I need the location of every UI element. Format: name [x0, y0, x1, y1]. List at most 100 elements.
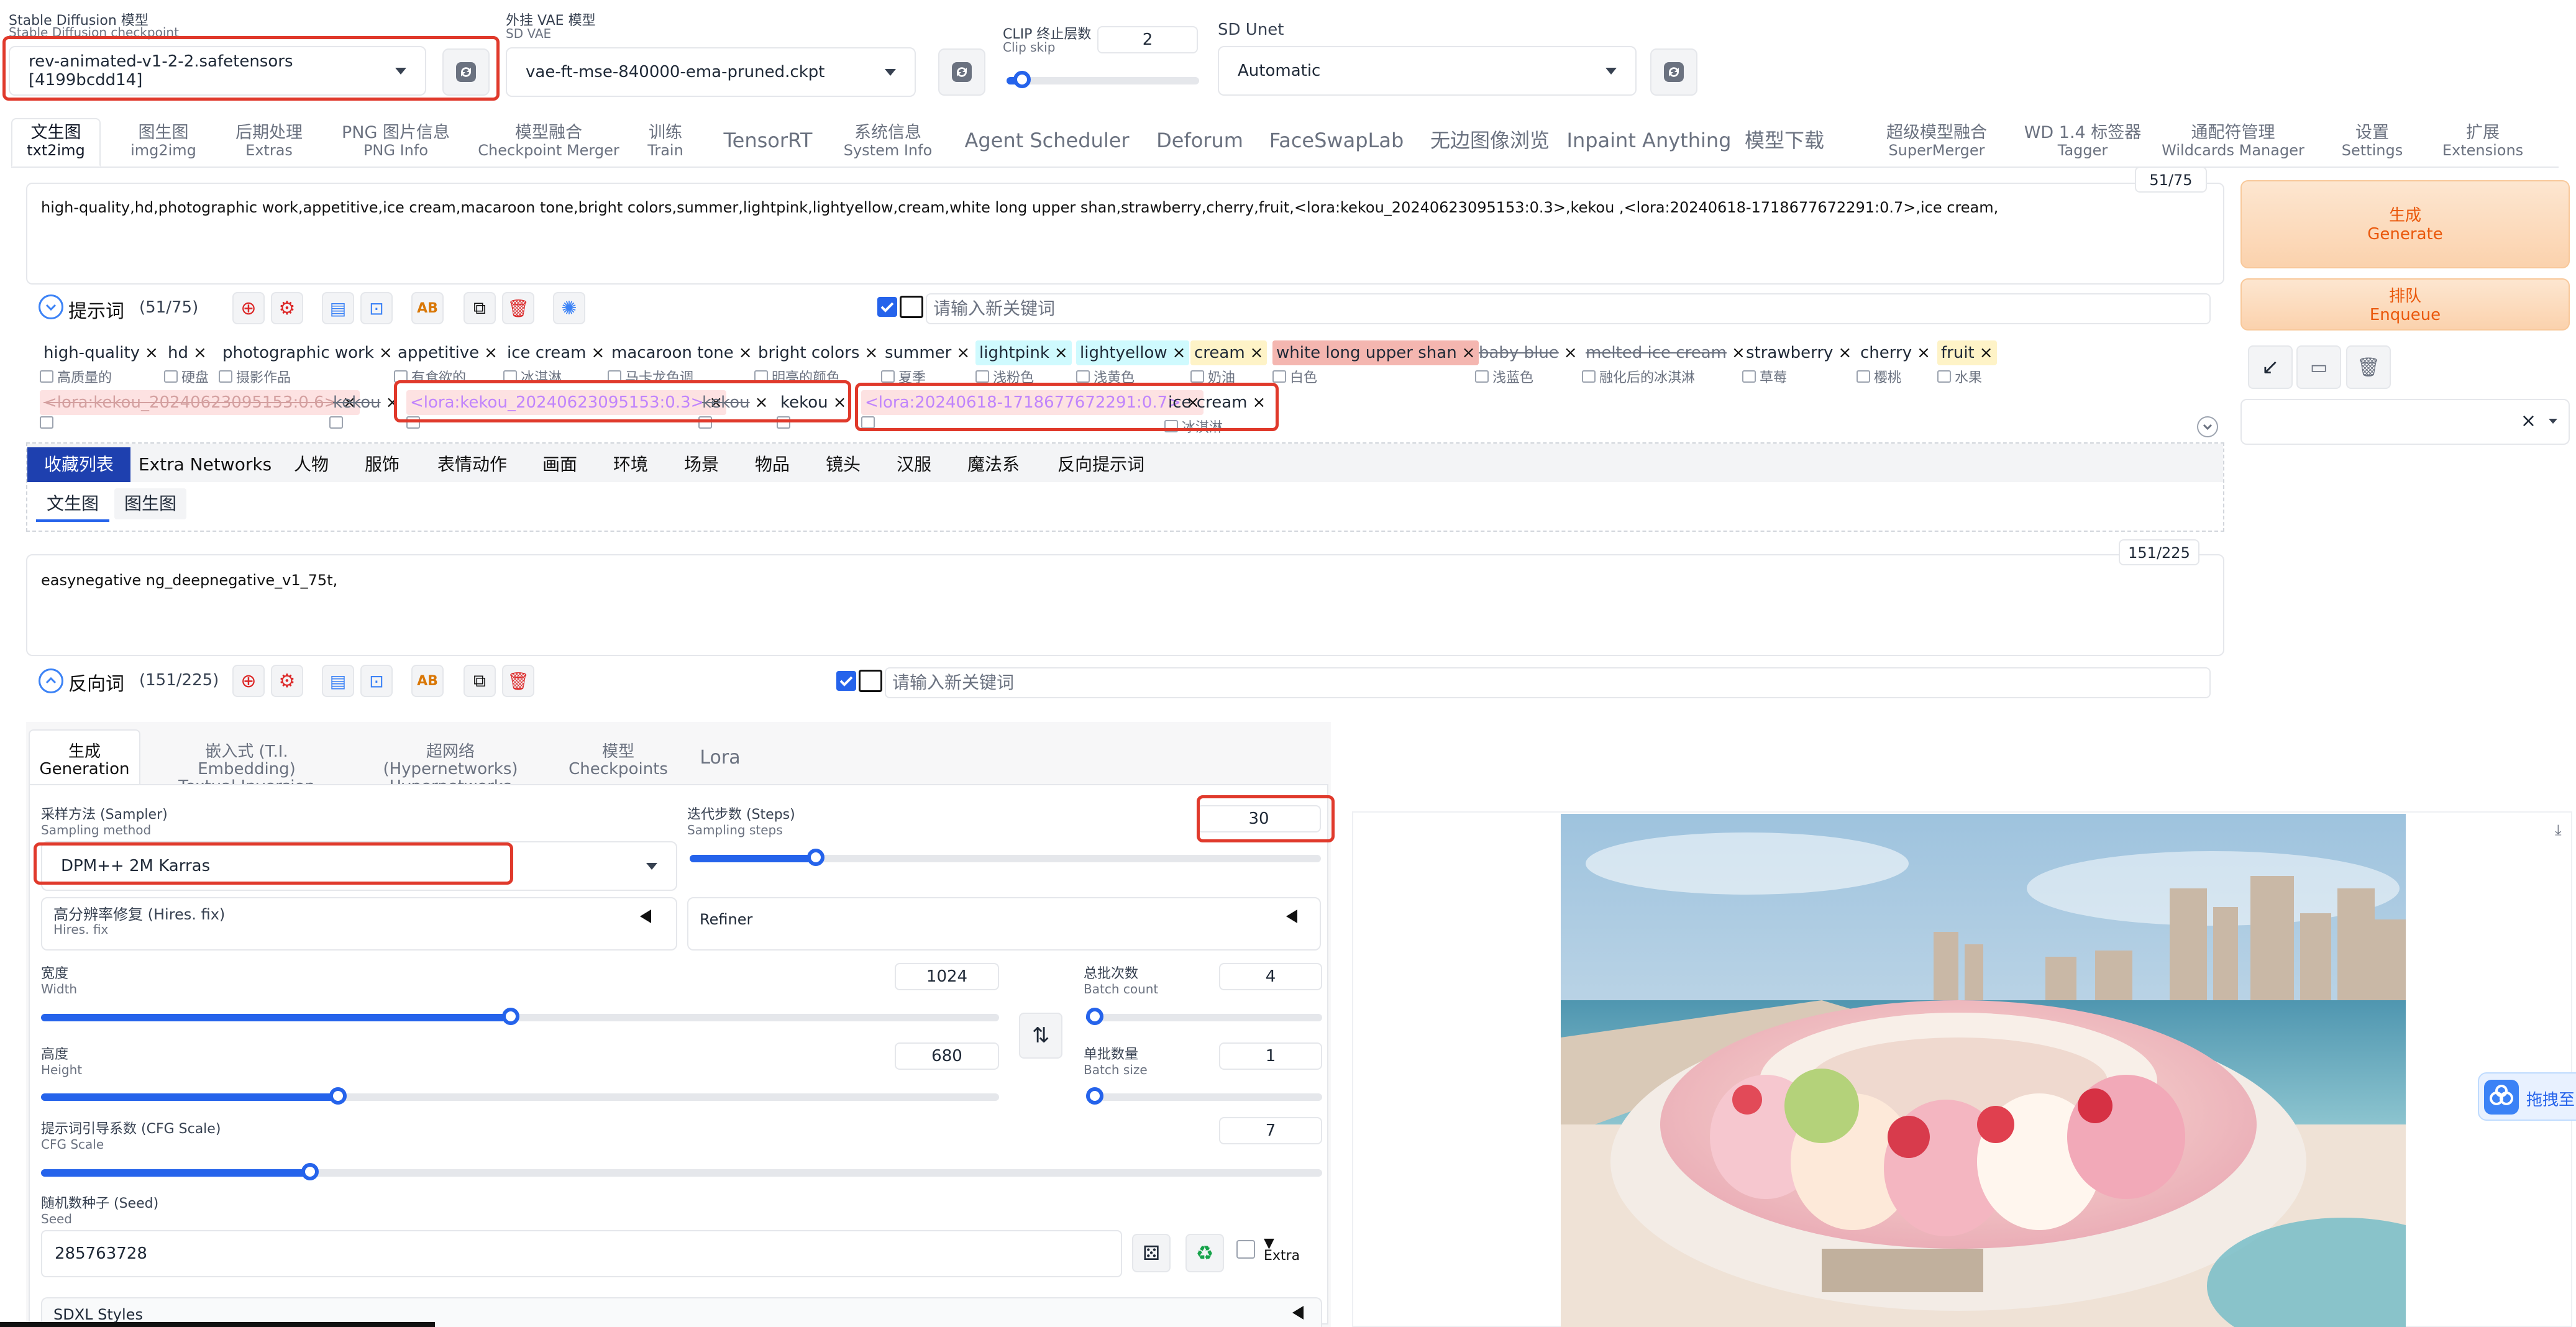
tab-system-info[interactable]: 系统信息 System Info — [829, 124, 947, 160]
category-hanfu[interactable]: 汉服 — [888, 447, 939, 482]
translate-button[interactable]: ⊕ — [232, 665, 265, 697]
collapse-prompt-icon[interactable] — [39, 294, 63, 319]
tag-chip[interactable]: fruit × — [1937, 340, 1997, 365]
tab-img2img[interactable]: 图生图 img2img — [111, 124, 216, 160]
tab-agent-scheduler[interactable]: Agent Scheduler — [952, 130, 1142, 150]
sd-unet-dropdown[interactable]: Automatic — [1218, 46, 1637, 96]
tab-deforum[interactable]: Deforum — [1142, 130, 1258, 150]
tag-chip[interactable]: kekou × — [777, 390, 850, 415]
tab-tagger[interactable]: WD 1.4 标签器 Tagger — [2009, 124, 2156, 160]
tab-txt2img[interactable]: 文生图 txt2img — [11, 124, 101, 160]
category-magic[interactable]: 魔法系 — [959, 447, 1028, 482]
hires-fix-accordion[interactable]: 高分辨率修复 (Hires. fix) Hires. fix — [41, 897, 677, 951]
subtab-txt2img[interactable]: 文生图 — [36, 488, 109, 522]
tag-chip[interactable]: strawberry × — [1742, 340, 1855, 365]
styles-dropdown[interactable]: × — [2240, 399, 2570, 445]
tab-inpaint-anything[interactable]: Inpaint Anything — [1564, 130, 1733, 150]
tab-tensorrt[interactable]: TensorRT — [707, 130, 829, 150]
clip-skip-input[interactable]: 2 — [1097, 26, 1198, 53]
swap-dimensions-button[interactable]: ⇅ — [1019, 1013, 1062, 1059]
refresh-vae-button[interactable] — [938, 48, 985, 96]
tag-chip-lora[interactable]: <lora:kekou_20240623095153:0.3> × — [406, 390, 727, 415]
download-icon[interactable]: ⤓ — [2555, 821, 2562, 839]
tab-image-browser[interactable]: 无边图像浏览 — [1415, 130, 1564, 150]
sampler-dropdown[interactable]: DPM++ 2M Karras — [41, 841, 677, 891]
panel-icon[interactable] — [859, 670, 882, 692]
favorite-button[interactable]: ⊡ — [360, 292, 393, 324]
random-seed-button[interactable]: ⚄ — [1132, 1234, 1171, 1272]
clear-button[interactable]: 🗑 — [2346, 345, 2391, 389]
tab-wildcards-manager[interactable]: 通配符管理 Wildcards Manager — [2149, 124, 2318, 160]
batch-count-slider[interactable] — [1086, 1008, 1322, 1025]
cfg-slider[interactable] — [41, 1163, 1322, 1180]
tag-chip[interactable]: white long upper shan × — [1272, 340, 1479, 365]
tag-chip[interactable]: ice cream × — [503, 340, 608, 365]
tab-extras[interactable]: 后期处理 Extras — [216, 124, 322, 160]
steps-slider[interactable] — [690, 849, 1321, 866]
delete-button[interactable]: 🗑 — [502, 665, 534, 697]
prompt-textarea[interactable]: high-quality,hd,photographic work,appeti… — [26, 183, 2224, 285]
steps-input[interactable]: 30 — [1197, 805, 1321, 832]
ab-button[interactable]: AB — [411, 665, 444, 697]
tab-train[interactable]: 训练 Train — [631, 124, 700, 160]
tab-checkpoint-merger[interactable]: 模型融合 Checkpoint Merger — [467, 124, 630, 160]
read-params-button[interactable]: ↙ — [2248, 345, 2293, 389]
negative-textarea[interactable]: easynegative ng_deepnegative_v1_75t, — [26, 554, 2224, 656]
category-scene[interactable]: 场景 — [676, 447, 727, 482]
tab-supermerger[interactable]: 超级模型融合 SuperMerger — [1864, 124, 2009, 160]
tag-chip-disabled[interactable]: melted ice cream × — [1582, 340, 1749, 365]
gen-tab-lora[interactable]: Lora — [683, 749, 757, 767]
height-slider[interactable] — [41, 1087, 999, 1105]
tag-chip-disabled[interactable]: baby blue × — [1475, 340, 1581, 365]
copy-button[interactable]: ⧉ — [464, 292, 496, 324]
generated-image[interactable] — [1561, 814, 2406, 1327]
tag-chip[interactable]: bright colors × — [754, 340, 882, 365]
clip-skip-slider[interactable] — [1007, 71, 1199, 88]
tag-chip[interactable]: cream × — [1190, 340, 1267, 365]
tag-chip[interactable]: cherry × — [1857, 340, 1934, 365]
drag-widget[interactable]: 拖拽至 — [2478, 1072, 2576, 1121]
enqueue-button[interactable]: 排队 Enqueue — [2240, 278, 2570, 331]
ab-button[interactable]: AB — [411, 292, 444, 324]
batch-size-slider[interactable] — [1086, 1087, 1322, 1105]
gpt-button[interactable]: ✺ — [553, 292, 585, 324]
reuse-seed-button[interactable]: ♻ — [1185, 1234, 1224, 1272]
delete-button[interactable]: 🗑 — [502, 292, 534, 324]
width-input[interactable]: 1024 — [895, 963, 999, 990]
collapse-negative-icon[interactable] — [39, 668, 63, 693]
negative-keyword-checkbox[interactable] — [836, 671, 856, 691]
translate-button[interactable]: ⊕ — [232, 292, 265, 324]
tab-model-download[interactable]: 模型下载 — [1733, 130, 1835, 150]
settings-button[interactable]: ⚙ — [271, 292, 303, 324]
cfg-input[interactable]: 7 — [1219, 1117, 1322, 1144]
close-icon[interactable]: × — [2521, 410, 2536, 432]
negative-keyword-input[interactable]: 请输入新关键词 — [885, 667, 2211, 698]
checkpoint-dropdown[interactable]: rev-animated-v1-2-2.safetensors [4199bcd… — [9, 46, 426, 96]
category-scene-view[interactable]: 画面 — [534, 447, 585, 482]
copy-button[interactable]: ⧉ — [464, 665, 496, 697]
tag-chip[interactable]: appetitive × — [394, 340, 501, 365]
history-button[interactable]: ▤ — [322, 292, 354, 324]
tag-chip-lora[interactable]: <lora:20240618-1718677672291:0.7> × — [861, 390, 1204, 415]
width-slider[interactable] — [41, 1008, 999, 1025]
keyword-checkbox[interactable] — [877, 297, 897, 317]
category-camera[interactable]: 镜头 — [818, 447, 869, 482]
tag-chip[interactable]: ice cream × — [1164, 390, 1269, 415]
category-items[interactable]: 物品 — [747, 447, 798, 482]
batch-size-input[interactable]: 1 — [1219, 1042, 1322, 1070]
seed-input[interactable]: 285763728 — [41, 1230, 1122, 1277]
settings-button[interactable]: ⚙ — [271, 665, 303, 697]
tag-chip[interactable]: high-quality × — [40, 340, 162, 365]
gen-tab-generation[interactable]: 生成 Generation — [29, 743, 140, 778]
tag-chip[interactable]: hd × — [164, 340, 211, 365]
refiner-accordion[interactable]: Refiner — [687, 897, 1321, 951]
vae-dropdown[interactable]: vae-ft-mse-840000-ema-pruned.ckpt — [506, 47, 916, 97]
height-input[interactable]: 680 — [895, 1042, 999, 1070]
tab-extensions[interactable]: 扩展 Extensions — [2427, 124, 2539, 160]
tab-settings[interactable]: 设置 Settings — [2329, 124, 2416, 160]
tab-faceswaplab[interactable]: FaceSwapLab — [1258, 130, 1415, 150]
category-favorites[interactable]: 收藏列表 — [27, 447, 130, 482]
category-environment[interactable]: 环境 — [605, 447, 656, 482]
expand-tags-icon[interactable] — [2197, 416, 2218, 437]
subtab-img2img[interactable]: 图生图 — [114, 488, 186, 519]
